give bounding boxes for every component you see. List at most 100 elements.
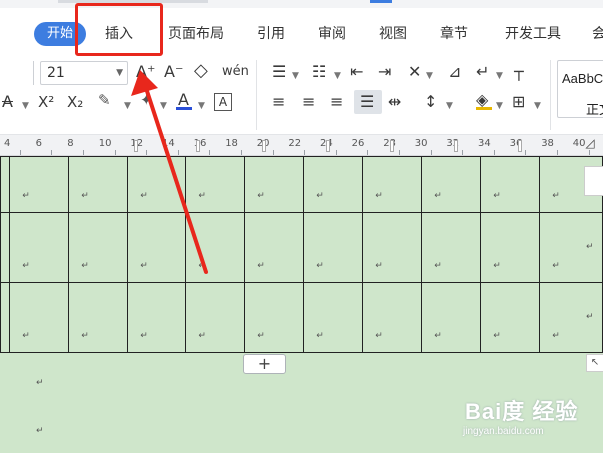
document-table[interactable]: ↵ ↵ ↵ ↵ ↵ ↵ ↵ ↵ ↵ ↵ ↵ ↵ ↵ ↵ ↵ ↵ ↵ ↵ ↵ ↵ ↵ ↵ ↵ ↵ ↵ ↵ ↵ ↵ ↵ ↵ [0,156,603,353]
table-cell[interactable]: ↵ [68,212,129,283]
add-table-row-button[interactable]: + [243,354,286,374]
chevron-down-icon[interactable]: ▼ [160,96,167,116]
tab-stop-icon[interactable]: ┬ [514,62,524,82]
ruler-column-marker[interactable] [326,140,330,152]
table-cell[interactable]: ↵ [421,212,482,283]
table-cell[interactable] [0,156,11,213]
ruler-column-marker[interactable] [262,140,266,152]
table-cell[interactable]: ↵ [127,282,187,353]
table-cell[interactable]: ↵ [127,212,187,283]
table-cell[interactable]: ↵ [9,282,70,353]
table-cell[interactable]: ↵ [68,156,129,213]
table-cell[interactable]: ↵ [9,156,70,213]
chevron-down-icon[interactable]: ▼ [116,62,123,84]
chinese-layout-icon[interactable]: ✕ [408,62,421,82]
chevron-down-icon[interactable]: ▼ [496,96,503,116]
chevron-down-icon[interactable]: ▼ [426,66,433,86]
baidu-jingyan-watermark: Bai度 经验 jingyan.baidu.com [455,386,603,452]
table-cell[interactable]: ↵ [303,282,364,353]
font-size-select[interactable]: 21 ▼ [40,61,128,85]
table-cell[interactable]: ↵ [303,156,364,213]
ruler-number: 8 [67,138,74,149]
paragraph-mark: ↵ [257,191,265,201]
tab-page-layout[interactable]: 页面布局 [168,23,224,43]
tab-references[interactable]: 引用 [257,23,285,43]
side-panel-tab[interactable] [584,166,603,196]
justify-icon[interactable]: ☰ [360,92,374,112]
table-cell[interactable]: ↵ [244,156,305,213]
decrease-indent-icon[interactable]: ⇤ [350,62,363,82]
ruler-column-marker[interactable] [454,140,458,152]
table-cell[interactable] [0,282,11,353]
table-cell[interactable]: ↵ [303,212,364,283]
table-cell[interactable]: ↵ [244,212,305,283]
paragraph-mark: ↵ [198,261,206,271]
show-marks-icon[interactable]: ↵ [476,62,489,82]
table-cell[interactable]: ↵ [362,156,423,213]
horizontal-ruler[interactable]: ◿ 4681012141618202224262830323436384042 [0,134,603,156]
align-center-icon[interactable]: ≡ [302,92,315,112]
tab-chapter[interactable]: 章节 [440,23,468,43]
ruler-column-marker[interactable] [196,140,200,152]
table-cell[interactable]: ↵ [480,212,541,283]
tab-member[interactable]: 会 [592,23,603,43]
character-border-icon[interactable]: A [214,93,232,111]
table-cell[interactable]: ↵ [480,282,541,353]
table-cell[interactable]: ↵ [421,282,482,353]
table-cell[interactable]: ↵ [127,156,187,213]
table-cell[interactable]: ↵ [68,282,129,353]
grow-font-icon[interactable]: A⁺ [136,62,155,82]
numbered-list-icon[interactable]: ☷ [312,62,326,82]
sort-icon[interactable]: ⊿ [448,62,461,82]
chevron-down-icon[interactable]: ▼ [496,66,503,86]
chevron-down-icon[interactable]: ▼ [534,96,541,116]
subscript-icon[interactable]: X₂ [67,92,83,112]
chevron-down-icon[interactable]: ▼ [334,66,341,86]
tab-review[interactable]: 审阅 [318,23,346,43]
table-cell[interactable]: ↵ [185,156,246,213]
ruler-column-marker[interactable] [518,140,522,152]
table-resize-handle[interactable]: ↖ [586,354,603,372]
align-left-icon[interactable]: ≡ [272,92,285,112]
tab-developer[interactable]: 开发工具 [505,23,561,43]
font-name-box-edge[interactable] [0,61,34,85]
chevron-down-icon[interactable]: ▼ [446,96,453,116]
ruler-tick [51,150,53,155]
pinyin-guide-icon[interactable]: wén [222,62,249,82]
tab-view[interactable]: 视图 [379,23,407,43]
chevron-down-icon[interactable]: ▼ [124,96,131,116]
bullet-list-icon[interactable]: ☰ [272,62,286,82]
table-row: ↵ ↵ ↵ ↵ ↵ ↵ ↵ ↵ ↵ ↵ [0,282,603,353]
highlight-icon[interactable]: ✎ [98,90,111,110]
table-cell[interactable]: ↵ [244,282,305,353]
style-gallery-normal[interactable]: AaBbC 正文 [557,60,603,118]
table-cell[interactable]: ↵ [185,282,246,353]
align-right-icon[interactable]: ≡ [330,92,343,112]
line-spacing-icon[interactable]: ↕ [424,92,437,112]
increase-indent-icon[interactable]: ⇥ [378,62,391,82]
distributed-icon[interactable]: ⇹ [388,92,401,112]
ruler-column-marker[interactable] [390,140,394,152]
table-cell[interactable]: ↵ [362,212,423,283]
chevron-down-icon[interactable]: ▼ [22,96,29,116]
font-color-swatch [176,107,192,110]
chevron-down-icon[interactable]: ▼ [198,96,205,116]
paragraph-mark: ↵ [434,191,442,201]
table-cell[interactable]: ↵ [362,282,423,353]
text-effect-icon[interactable]: ✦ [140,90,153,110]
paragraph-mark: ↵ [375,261,383,271]
paragraph-mark: ↵ [36,378,44,388]
ruler-number: 40 [572,138,586,149]
chevron-down-icon[interactable]: ▼ [292,66,299,86]
borders-icon[interactable]: ⊞ [512,92,525,112]
eraser-icon[interactable]: ◇ [194,61,208,81]
table-cell[interactable]: ↵ [480,156,541,213]
table-cell[interactable]: ↵ [185,212,246,283]
superscript-icon[interactable]: X² [38,92,54,112]
ruler-column-marker[interactable] [134,140,138,152]
table-cell[interactable] [0,212,11,283]
table-cell[interactable]: ↵ [9,212,70,283]
strikethrough-icon[interactable]: A [2,92,13,112]
table-cell[interactable]: ↵ [421,156,482,213]
shrink-font-icon[interactable]: A⁻ [164,62,183,82]
